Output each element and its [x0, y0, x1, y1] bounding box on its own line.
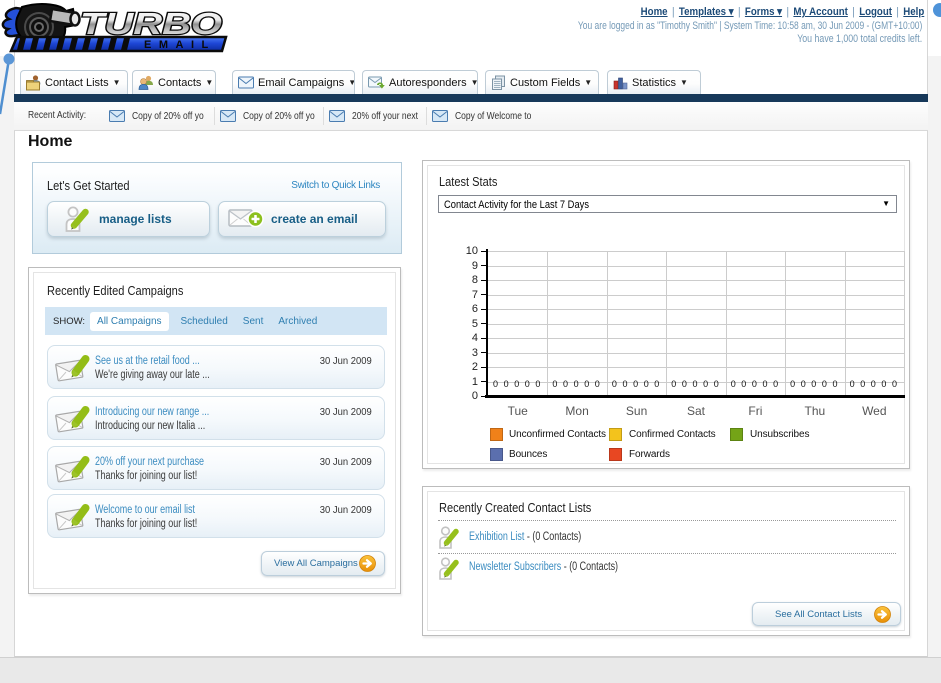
svg-text:EMAIL: EMAIL: [144, 39, 216, 51]
